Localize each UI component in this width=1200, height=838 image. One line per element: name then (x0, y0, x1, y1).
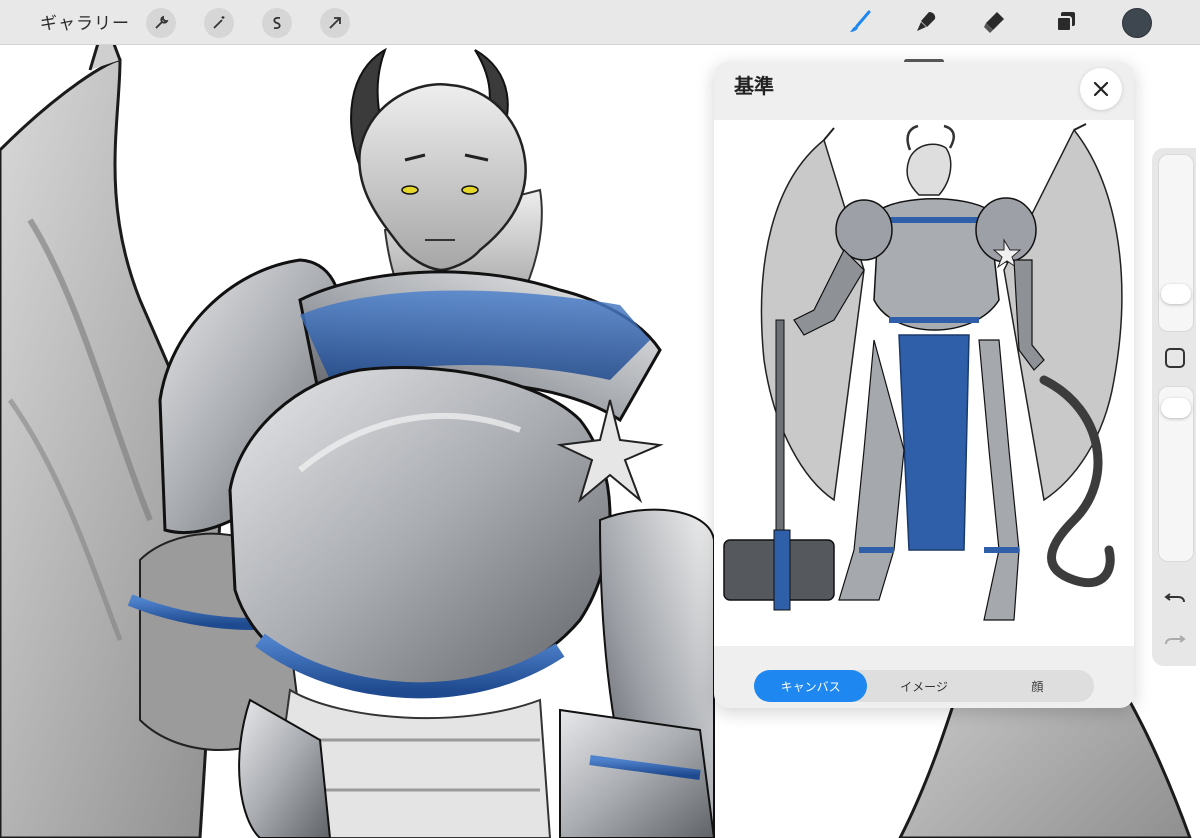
reference-mode-segmented-control: キャンバス イメージ 顔 (754, 670, 1094, 702)
tab-face[interactable]: 顔 (981, 670, 1094, 702)
brush-size-slider[interactable] (1158, 154, 1194, 332)
reference-panel: 基準 キャンバス イメージ 顔 (714, 62, 1134, 708)
tab-image[interactable]: イメージ (867, 670, 980, 702)
close-button[interactable] (1080, 68, 1122, 110)
brush-icon[interactable] (844, 6, 876, 38)
close-icon (1093, 81, 1109, 97)
reference-image (714, 120, 1134, 646)
gallery-button[interactable]: ギャラリー (40, 9, 130, 34)
modify-button[interactable] (1162, 345, 1188, 371)
magic-wand-icon[interactable] (204, 8, 234, 38)
top-toolbar: ギャラリー (0, 0, 1200, 45)
color-swatch[interactable] (1122, 8, 1152, 38)
sidebar (1152, 148, 1196, 666)
reference-title: 基準 (734, 74, 774, 98)
opacity-knob[interactable] (1161, 398, 1191, 418)
layers-icon[interactable] (1050, 6, 1082, 38)
brush-size-knob[interactable] (1161, 284, 1191, 304)
wrench-icon[interactable] (146, 8, 176, 38)
smudge-icon[interactable] (910, 6, 942, 38)
transform-arrow-icon[interactable] (320, 8, 350, 38)
opacity-slider[interactable] (1158, 386, 1194, 562)
redo-icon[interactable] (1162, 626, 1188, 652)
undo-icon[interactable] (1162, 584, 1188, 610)
tab-canvas[interactable]: キャンバス (754, 670, 868, 702)
selection-icon[interactable] (262, 8, 292, 38)
eraser-icon[interactable] (978, 6, 1010, 38)
